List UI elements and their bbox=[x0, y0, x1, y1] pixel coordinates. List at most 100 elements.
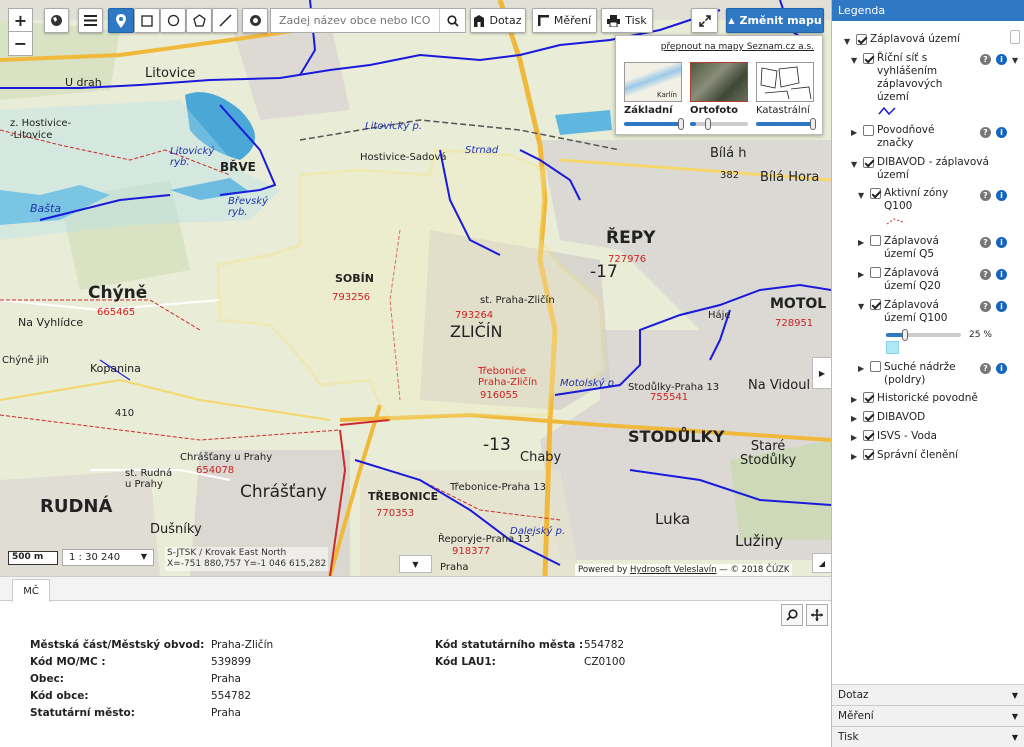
layer-menu-arrow-icon[interactable]: ▼ bbox=[1012, 56, 1018, 65]
map-thumb-cadastral[interactable] bbox=[756, 62, 814, 102]
layer-checkbox[interactable] bbox=[870, 235, 881, 246]
zoom-in-button[interactable]: + bbox=[8, 8, 33, 33]
expand-icon bbox=[698, 14, 711, 27]
line-select-button[interactable] bbox=[212, 8, 238, 33]
layer-checkbox[interactable] bbox=[863, 125, 874, 136]
help-icon[interactable]: ? bbox=[980, 269, 991, 280]
collapse-arrow-icon[interactable]: ▼ bbox=[858, 191, 864, 200]
expand-arrow-icon[interactable]: ▶ bbox=[858, 364, 864, 373]
map-view[interactable]: Litovice U drah z. Hostivice- -Litovice … bbox=[0, 0, 831, 576]
collapse-arrow-icon[interactable]: ▼ bbox=[844, 37, 850, 46]
q100-opacity-slider[interactable] bbox=[886, 329, 961, 341]
cadastral-opacity-slider[interactable] bbox=[756, 118, 816, 130]
map-thumb-basic[interactable]: Karlín bbox=[624, 62, 682, 102]
help-icon[interactable]: ? bbox=[980, 363, 991, 374]
info-row: Kód obce: 554782 bbox=[30, 688, 273, 705]
expand-arrow-icon[interactable]: ▶ bbox=[851, 452, 857, 461]
info-key: Obec: bbox=[30, 673, 64, 685]
expand-arrow-icon[interactable]: ▶ bbox=[851, 128, 857, 137]
tab-mc[interactable]: MČ bbox=[12, 579, 50, 602]
map-label-motol: MOTOL bbox=[770, 296, 827, 312]
collapse-arrow-icon[interactable]: ▼ bbox=[851, 56, 857, 65]
point-select-button[interactable] bbox=[108, 8, 134, 33]
map-label-hostivice-sadova: Hostivice-Sadová bbox=[360, 152, 447, 163]
layer-checkbox[interactable] bbox=[863, 157, 874, 168]
info-icon[interactable]: i bbox=[996, 269, 1007, 280]
basic-opacity-slider[interactable] bbox=[624, 118, 684, 130]
help-icon[interactable]: ? bbox=[980, 190, 991, 201]
layer-checkbox[interactable] bbox=[863, 449, 874, 460]
building-icon bbox=[474, 14, 485, 27]
info-icon[interactable]: i bbox=[996, 237, 1007, 248]
help-icon[interactable]: ? bbox=[980, 237, 991, 248]
toggle-legend-button[interactable]: ▶ bbox=[812, 357, 831, 389]
layer-checkbox[interactable] bbox=[870, 361, 881, 372]
expand-arrow-icon[interactable]: ▶ bbox=[851, 433, 857, 442]
pan-to-feature-button[interactable] bbox=[806, 604, 828, 626]
change-map-label: Změnit mapu bbox=[739, 14, 822, 27]
globe-button[interactable] bbox=[44, 8, 69, 33]
map-label-dalejsky: Dalejský p. bbox=[510, 526, 566, 537]
scale-select[interactable]: 1 : 30 240 ▼ bbox=[62, 549, 154, 566]
info-row: Kód LAU1: CZ0100 bbox=[435, 654, 625, 671]
measure-button[interactable]: Měření bbox=[532, 8, 597, 33]
legend-scrollbar[interactable] bbox=[1010, 30, 1020, 44]
polygon-select-button[interactable] bbox=[186, 8, 212, 33]
info-icon[interactable]: i bbox=[996, 363, 1007, 374]
search-input[interactable] bbox=[271, 9, 439, 32]
toggle-bottom-panel-button[interactable]: ▼ bbox=[399, 555, 432, 573]
scale-bar: 500 m bbox=[8, 551, 58, 565]
expand-arrow-icon[interactable]: ▶ bbox=[858, 270, 864, 279]
print-button[interactable]: Tisk bbox=[601, 8, 653, 33]
info-icon[interactable]: i bbox=[996, 190, 1007, 201]
expand-arrow-icon[interactable]: ▶ bbox=[858, 238, 864, 247]
accordion-print[interactable]: Tisk ▼ bbox=[832, 726, 1024, 747]
attribution-link[interactable]: Hydrosoft Veleslavín bbox=[630, 565, 717, 575]
info-icon[interactable]: i bbox=[996, 127, 1007, 138]
seznam-link[interactable]: přepnout na mapy Seznam.cz a.s. bbox=[661, 42, 814, 52]
expand-arrow-icon[interactable]: ▶ bbox=[851, 395, 857, 404]
layer-checkbox[interactable] bbox=[863, 411, 874, 422]
map-label-luka: Luka bbox=[655, 510, 691, 528]
caret-right-icon: ▶ bbox=[818, 368, 826, 378]
collapse-arrow-icon[interactable]: ▼ bbox=[858, 302, 864, 311]
gps-button[interactable] bbox=[242, 8, 268, 33]
rectangle-select-button[interactable] bbox=[134, 8, 160, 33]
overview-toggle-button[interactable]: ◢ bbox=[812, 553, 831, 573]
accordion-query[interactable]: Dotaz ▼ bbox=[832, 684, 1024, 705]
search-button[interactable] bbox=[439, 9, 465, 32]
help-icon[interactable]: ? bbox=[980, 127, 991, 138]
accordion-measure[interactable]: Měření ▼ bbox=[832, 705, 1024, 726]
layers-menu-button[interactable] bbox=[78, 8, 103, 33]
ortho-opacity-slider[interactable] bbox=[690, 118, 748, 130]
layer-checkbox[interactable] bbox=[863, 430, 874, 441]
info-icon[interactable]: i bbox=[996, 301, 1007, 312]
query-button[interactable]: Dotaz bbox=[470, 8, 526, 33]
fullscreen-button[interactable] bbox=[691, 8, 718, 33]
zoom-out-button[interactable]: − bbox=[8, 31, 33, 56]
layer-label: Říční síť s vyhlášením záplavových území bbox=[877, 52, 943, 103]
map-thumb-ortho[interactable] bbox=[690, 62, 748, 102]
layer-label: Aktivní zóny Q100 bbox=[884, 187, 949, 212]
help-icon[interactable]: ? bbox=[980, 54, 991, 65]
map-label-bila-h: Bílá h bbox=[710, 146, 747, 161]
map-label-kopanina: Kopanina bbox=[90, 362, 141, 375]
help-icon[interactable]: ? bbox=[980, 301, 991, 312]
layer-checkbox[interactable] bbox=[870, 267, 881, 278]
flood-area-swatch bbox=[886, 341, 899, 354]
layer-checkbox[interactable] bbox=[870, 299, 881, 310]
layer-checkbox[interactable] bbox=[863, 53, 874, 64]
map-label-17: -17 bbox=[590, 262, 618, 282]
layer-label: Záplavová území Q20 bbox=[884, 267, 941, 292]
layer-checkbox[interactable] bbox=[863, 392, 874, 403]
circle-select-button[interactable] bbox=[160, 8, 186, 33]
expand-arrow-icon[interactable]: ▶ bbox=[851, 414, 857, 423]
info-icon[interactable]: i bbox=[996, 54, 1007, 65]
layer-checkbox[interactable] bbox=[856, 34, 867, 45]
change-map-button[interactable]: ▲ Změnit mapu bbox=[726, 8, 824, 33]
layer-checkbox[interactable] bbox=[870, 188, 881, 199]
print-label: Tisk bbox=[625, 14, 647, 27]
zoom-to-feature-button[interactable] bbox=[781, 604, 803, 626]
info-key: Kód LAU1: bbox=[435, 656, 496, 668]
collapse-arrow-icon[interactable]: ▼ bbox=[851, 160, 857, 169]
